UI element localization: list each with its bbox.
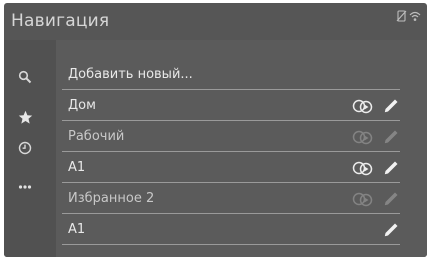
connect-icon[interactable]: [352, 160, 374, 176]
list-item[interactable]: Рабочий: [56, 121, 427, 152]
wifi-icon: [409, 11, 421, 22]
list-item[interactable]: A1: [56, 214, 427, 245]
list-item-add-new[interactable]: Добавить новый...: [56, 59, 427, 90]
list-item-label: Рабочий: [68, 129, 125, 144]
list-item-label: Избранное 2: [68, 191, 155, 206]
connect-icon: [352, 129, 374, 145]
connect-icon: [352, 191, 374, 207]
connect-icon[interactable]: [352, 98, 374, 114]
phone-off-icon: [396, 10, 407, 22]
list-item-label: A1: [68, 222, 86, 237]
edit-icon[interactable]: [383, 98, 399, 114]
list-item-label: A1: [68, 160, 86, 175]
star-icon[interactable]: [17, 109, 33, 125]
page-title: Навигация: [11, 11, 110, 31]
status-bar: [396, 10, 421, 22]
list-item[interactable]: Дом: [56, 90, 427, 121]
list-item-label: Добавить новый...: [68, 67, 193, 82]
search-icon[interactable]: [17, 69, 33, 85]
side-rail: [4, 40, 56, 257]
list-item-label: Дом: [68, 98, 96, 113]
divider: [62, 244, 400, 245]
edit-icon: [383, 129, 399, 145]
navigation-screen: Навигация Добавить новый... Дом Рабочий …: [4, 3, 427, 257]
history-icon[interactable]: [17, 140, 33, 156]
list-item[interactable]: Избранное 2: [56, 183, 427, 214]
more-icon[interactable]: [17, 179, 33, 195]
edit-icon[interactable]: [383, 222, 399, 238]
header: Навигация: [4, 3, 427, 40]
edit-icon[interactable]: [383, 160, 399, 176]
list-item[interactable]: A1: [56, 152, 427, 183]
favorites-list: Добавить новый... Дом Рабочий A1 Избранн…: [56, 40, 427, 257]
edit-icon: [383, 191, 399, 207]
